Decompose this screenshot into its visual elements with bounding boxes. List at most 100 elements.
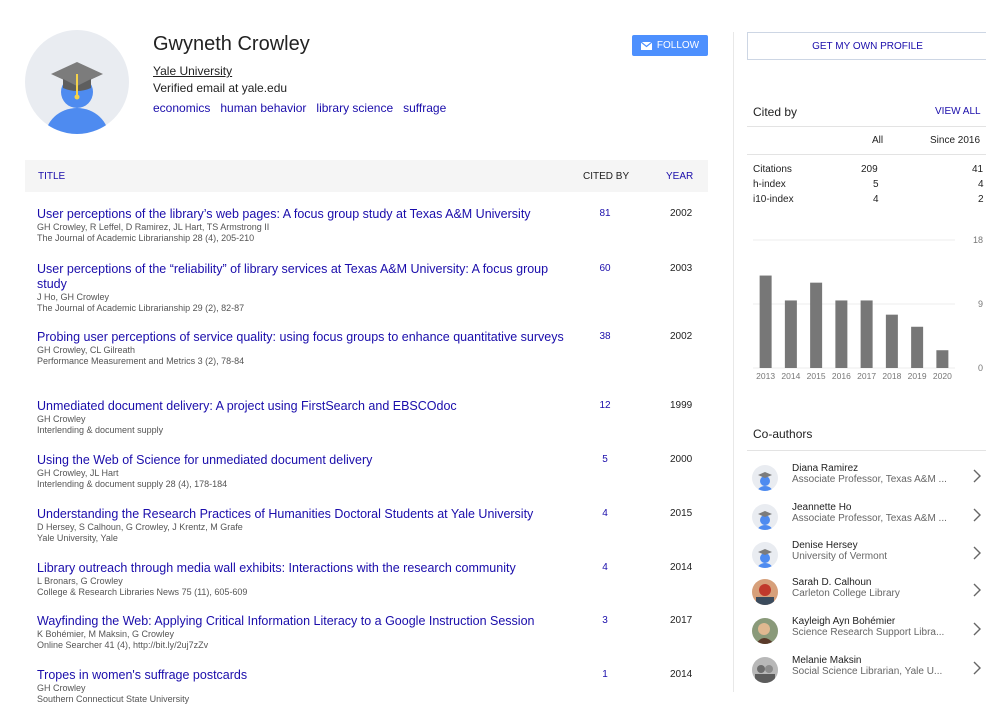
chart-bar[interactable]	[810, 282, 823, 368]
coauthor-name: Sarah D. Calhoun	[792, 577, 872, 588]
person-photo-icon	[752, 618, 778, 644]
chart-x-tick-label: 2013	[756, 371, 775, 381]
chart-bar[interactable]	[885, 314, 898, 368]
chart-bar[interactable]	[835, 300, 848, 368]
article-title-link[interactable]: Using the Web of Science for unmediated …	[37, 453, 372, 467]
article-cited-by-link[interactable]: 38	[585, 331, 625, 342]
coauthor-item[interactable]: Jeannette Ho Associate Professor, Texas …	[747, 498, 986, 536]
coauthor-avatar	[752, 542, 778, 568]
coauthor-affiliation: Associate Professor, Texas A&M ...	[792, 513, 947, 524]
stat-all: 5	[873, 179, 879, 190]
stats-col-since: Since 2016	[930, 135, 981, 146]
article-authors: D Hersey, S Calhoun, G Crowley, J Krentz…	[37, 522, 243, 532]
article-title-link[interactable]: Tropes in women's suffrage postcards	[37, 668, 247, 682]
article-cited-by-link[interactable]: 3	[585, 615, 625, 626]
article-cited-by-link[interactable]: 4	[585, 562, 625, 573]
chart-bar[interactable]	[911, 326, 924, 368]
article-authors: GH Crowley, R Leffel, D Ramirez, JL Hart…	[37, 222, 270, 232]
chart-bar[interactable]	[860, 300, 873, 368]
stat-since: 4	[978, 179, 984, 190]
coauthor-affiliation: Social Science Librarian, Yale U...	[792, 666, 943, 677]
stats-col-all: All	[872, 135, 884, 146]
coauthor-affiliation: Associate Professor, Texas A&M ...	[792, 474, 947, 485]
article-year: 2015	[670, 508, 693, 519]
coauthor-item[interactable]: Diana Ramirez Associate Professor, Texas…	[747, 459, 986, 497]
article-authors: L Bronars, G Crowley	[37, 576, 123, 586]
article-title-link[interactable]: Library outreach through media wall exhi…	[37, 561, 516, 575]
article-cited-by-link[interactable]: 81	[585, 208, 625, 219]
coauthor-item[interactable]: Denise Hersey University of Vermont	[747, 536, 986, 574]
graduate-avatar-icon	[757, 511, 773, 530]
article-year: 1999	[670, 400, 693, 411]
follow-button[interactable]: FOLLOW	[632, 35, 708, 56]
coauthor-name: Kayleigh Ayn Bohémier	[792, 616, 896, 627]
person-photo-icon	[752, 579, 778, 605]
interest-link[interactable]: human behavior	[220, 101, 306, 115]
coauthor-avatar	[752, 465, 778, 491]
article-publication: College & Research Libraries News 75 (11…	[37, 587, 248, 597]
article-authors: J Ho, GH Crowley	[37, 292, 110, 302]
chevron-right-icon	[973, 622, 981, 636]
divider	[747, 154, 986, 155]
graduate-avatar-icon	[757, 472, 773, 491]
interest-link[interactable]: library science	[316, 101, 393, 115]
article-title-link[interactable]: User perceptions of the library’s web pa…	[37, 207, 531, 221]
interest-link[interactable]: suffrage	[403, 101, 446, 115]
coauthor-name: Jeannette Ho	[792, 502, 852, 513]
chart-bar[interactable]	[936, 350, 949, 368]
article-title-link[interactable]: Probing user perceptions of service qual…	[37, 330, 564, 344]
coauthor-item[interactable]: Sarah D. Calhoun Carleton College Librar…	[747, 573, 986, 611]
chart-x-tick-label: 2015	[807, 371, 826, 381]
article-publication: Yale University, Yale	[37, 533, 118, 543]
envelope-icon	[640, 41, 652, 50]
article-authors: K Bohémier, M Maksin, G Crowley	[37, 629, 175, 639]
profile-affiliation-link[interactable]: Yale University	[153, 64, 232, 78]
chart-x-tick-label: 2014	[781, 371, 800, 381]
article-publication: The Journal of Academic Librarianship 29…	[37, 303, 245, 313]
profile-interests: economics human behavior library science…	[153, 101, 446, 115]
column-divider	[733, 32, 734, 692]
coauthor-photo	[752, 618, 778, 644]
chart-y-tick-label: 0	[978, 363, 983, 373]
chevron-right-icon	[973, 661, 981, 675]
view-all-link[interactable]: VIEW ALL	[935, 106, 981, 117]
coauthor-affiliation: Carleton College Library	[792, 588, 900, 599]
chart-y-tick-label: 9	[978, 299, 983, 309]
coauthor-item[interactable]: Kayleigh Ayn Bohémier Science Research S…	[747, 612, 986, 650]
graduate-avatar-icon	[757, 549, 773, 568]
graduate-avatar-icon	[45, 62, 109, 134]
stat-label: Citations	[753, 164, 792, 175]
article-cited-by-link[interactable]: 60	[585, 263, 625, 274]
chevron-right-icon	[973, 546, 981, 560]
sort-by-cited[interactable]: CITED BY	[583, 171, 629, 182]
sort-by-title[interactable]: TITLE	[38, 171, 65, 182]
chart-x-tick-label: 2020	[933, 371, 952, 381]
article-authors: GH Crowley, JL Hart	[37, 468, 119, 478]
interest-link[interactable]: economics	[153, 101, 210, 115]
article-title-link[interactable]: Understanding the Research Practices of …	[37, 507, 533, 521]
article-year: 2002	[670, 208, 693, 219]
article-title-link[interactable]: Wayfinding the Web: Applying Critical In…	[37, 614, 534, 628]
profile-avatar	[25, 30, 129, 134]
article-authors: GH Crowley	[37, 683, 86, 693]
article-title-link[interactable]: User perceptions of the “reliability” of…	[37, 262, 548, 291]
article-cited-by-link[interactable]: 12	[585, 400, 625, 411]
article-cited-by-link[interactable]: 1	[585, 669, 625, 680]
coauthor-item[interactable]: Melanie Maksin Social Science Librarian,…	[747, 651, 986, 689]
chart-x-tick-label: 2017	[857, 371, 876, 381]
get-my-own-profile-button[interactable]: GET MY OWN PROFILE	[747, 32, 986, 60]
sort-by-year[interactable]: YEAR	[666, 171, 693, 182]
chevron-right-icon	[973, 508, 981, 522]
article-authors: GH Crowley, CL Gilreath	[37, 345, 136, 355]
coauthor-name: Diana Ramirez	[792, 463, 859, 474]
article-cited-by-link[interactable]: 4	[585, 508, 625, 519]
person-photo-icon	[752, 657, 778, 683]
article-cited-by-link[interactable]: 5	[585, 454, 625, 465]
stat-label: i10-index	[753, 194, 794, 205]
chart-bar[interactable]	[784, 300, 797, 368]
article-title-link[interactable]: Unmediated document delivery: A project …	[37, 399, 457, 413]
article-year: 2002	[670, 331, 693, 342]
chart-bar[interactable]	[759, 275, 772, 368]
divider	[747, 450, 986, 451]
chart-x-tick-label: 2018	[882, 371, 901, 381]
